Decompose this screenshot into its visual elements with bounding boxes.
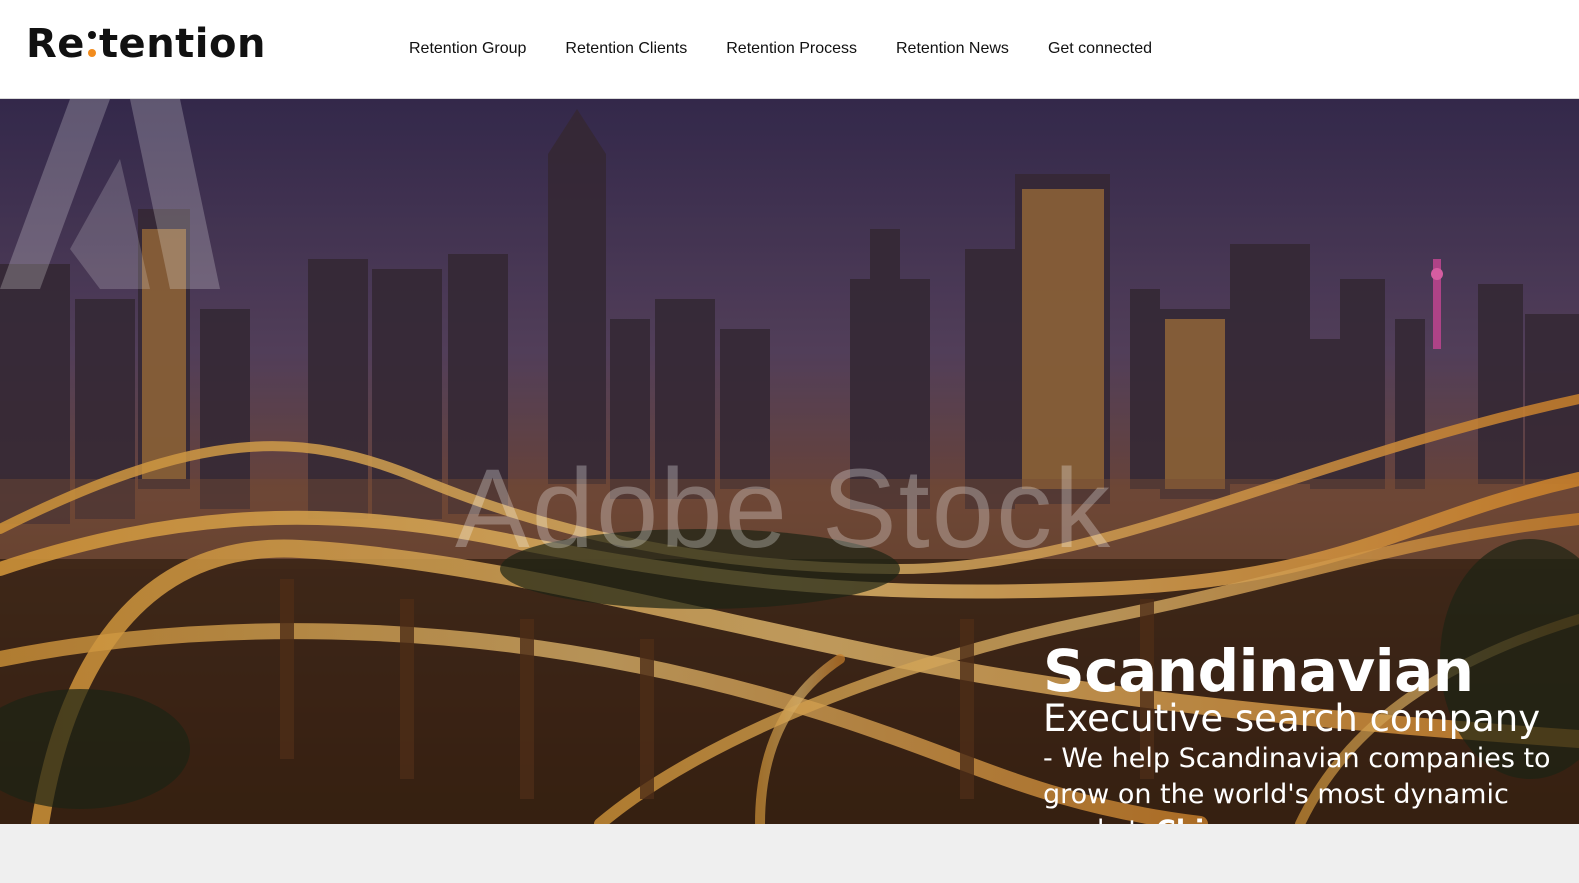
logo-text-tention: tention xyxy=(98,21,266,67)
hero-description-text: - We help Scandinavian companies to grow… xyxy=(1043,743,1551,824)
adobe-stock-logo-icon xyxy=(0,99,220,289)
nav-link-retention-group[interactable]: Retention Group xyxy=(409,38,526,60)
hero-description: - We help Scandinavian companies to grow… xyxy=(1043,741,1563,824)
hero-title: Scandinavian xyxy=(1043,637,1474,705)
logo-colon-icon xyxy=(85,31,99,61)
hero-subtitle: Executive search company xyxy=(1043,697,1541,740)
nav-link-retention-news[interactable]: Retention News xyxy=(896,38,1009,60)
logo-text-re: Re xyxy=(26,21,85,67)
watermark-text: Adobe Stock xyxy=(455,446,1113,571)
main-nav: Retention Group Retention Clients Retent… xyxy=(409,38,1191,60)
nav-link-get-connected[interactable]: Get connected xyxy=(1048,38,1152,60)
nav-link-retention-process[interactable]: Retention Process xyxy=(726,38,857,60)
hero-highlight: China xyxy=(1156,815,1242,824)
site-header: Re tention Retention Group Retention Clie… xyxy=(0,0,1579,99)
content-section-start xyxy=(0,824,1579,883)
retention-logo[interactable]: Re tention xyxy=(26,22,266,66)
nav-link-retention-clients[interactable]: Retention Clients xyxy=(565,38,687,60)
hero-banner: Adobe Stock Scandinavian Executive searc… xyxy=(0,99,1579,824)
hero-text-block: Scandinavian Executive search company - … xyxy=(1043,639,1563,824)
